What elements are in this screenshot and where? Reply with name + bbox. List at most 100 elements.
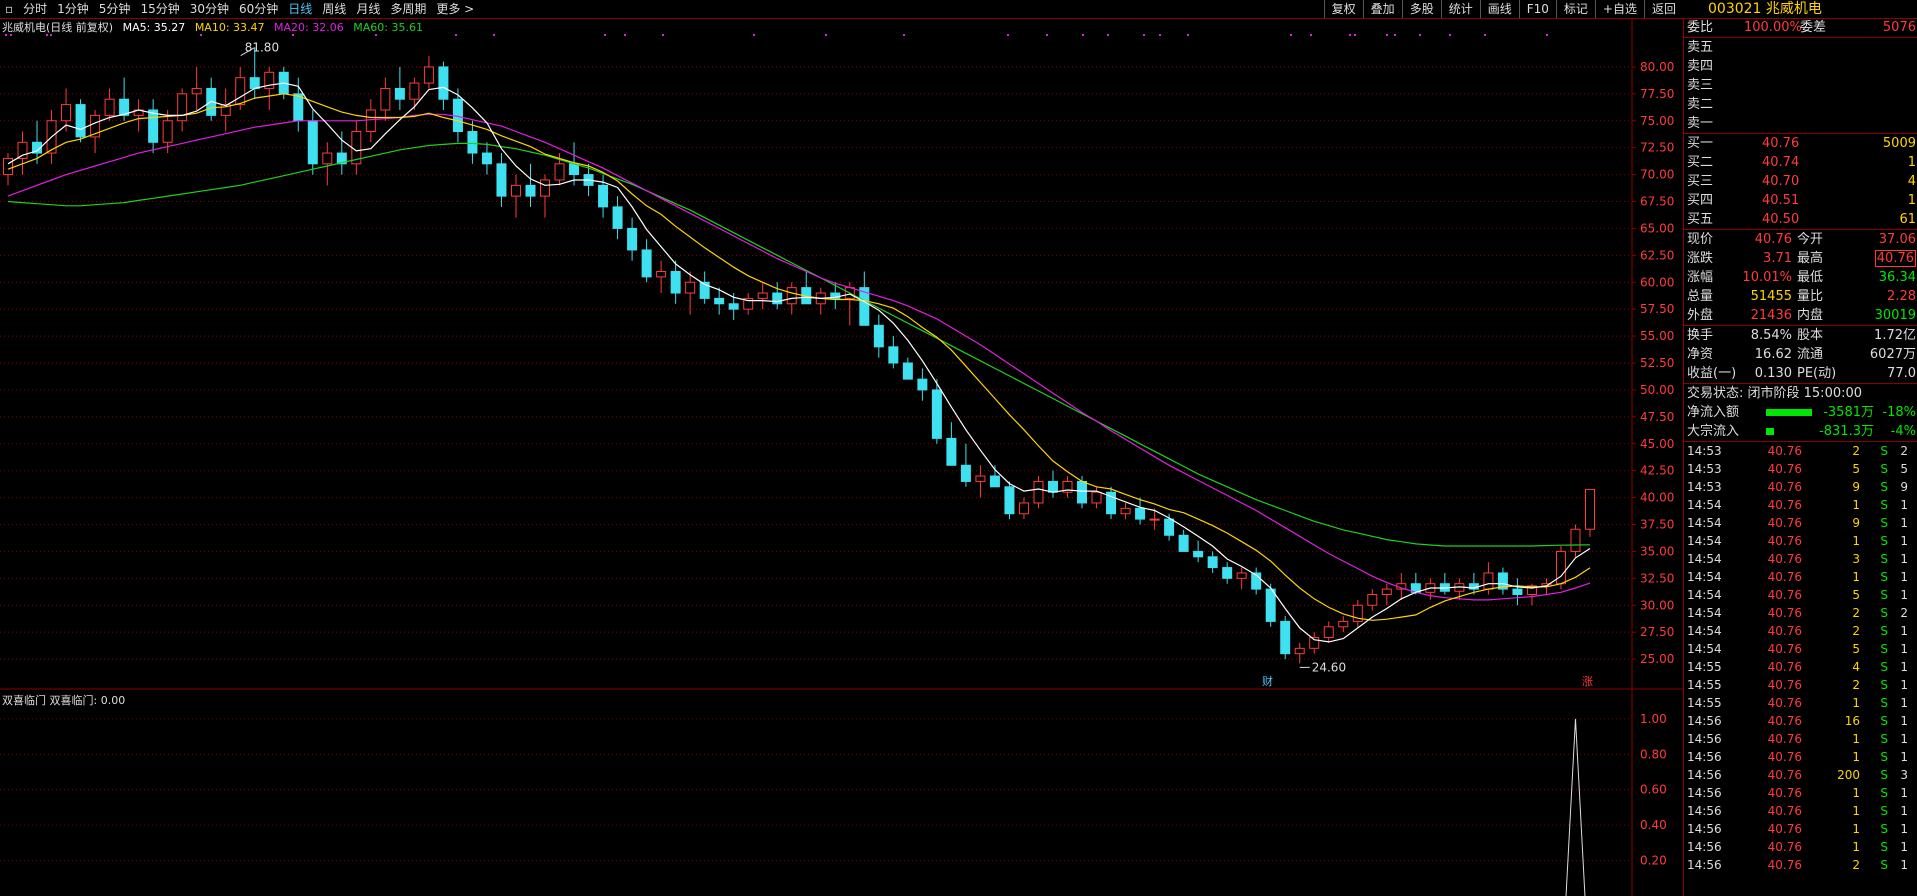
tick-row: 14:54 40.76 1 S 1 bbox=[1684, 496, 1917, 514]
candle-body bbox=[931, 389, 942, 439]
tick-cell: 40.76 bbox=[1767, 678, 1802, 692]
tab-period-2[interactable]: 5分钟 bbox=[94, 0, 136, 18]
tick-list[interactable]: 14:53 40.76 2 S 2 14:53 40.76 5 S 5 14:53 40.76 9 S 9 1… bbox=[1684, 441, 1917, 874]
buy-level-price: 40.50 bbox=[1762, 212, 1800, 227]
toolbar-button-3[interactable]: 统计 bbox=[1440, 0, 1480, 18]
tick-cell: 1 bbox=[1852, 534, 1860, 548]
stat-label: 净资 bbox=[1687, 347, 1714, 362]
candle-body bbox=[728, 303, 739, 310]
candle-body bbox=[1193, 550, 1204, 558]
menu-icon[interactable]: ▫ bbox=[0, 0, 18, 18]
tab-period-6[interactable]: 日线 bbox=[283, 0, 317, 18]
tick-cell: 3 bbox=[1852, 552, 1860, 566]
tick-cell: S bbox=[1880, 840, 1888, 854]
event-dot bbox=[1449, 34, 1451, 36]
candle-body bbox=[873, 324, 884, 348]
stat-value: 40.76 bbox=[1754, 232, 1792, 247]
candle-body bbox=[525, 184, 536, 197]
tick-row: 14:56 40.76 1 S 1 bbox=[1684, 748, 1917, 766]
candle-body bbox=[917, 378, 928, 391]
candle-body bbox=[365, 109, 376, 133]
tick-cell: S bbox=[1880, 858, 1888, 872]
event-dot bbox=[1386, 34, 1388, 36]
candle-body bbox=[380, 87, 391, 111]
tab-period-0[interactable]: 分时 bbox=[18, 0, 52, 18]
tick-cell: 1 bbox=[1852, 570, 1860, 584]
tick-cell: S bbox=[1880, 480, 1888, 494]
candle-body bbox=[888, 346, 899, 364]
stat-label: 总量 bbox=[1687, 289, 1714, 304]
tick-row: 14:56 40.76 2 S 1 bbox=[1684, 856, 1917, 874]
tick-row: 14:56 40.76 1 S 1 bbox=[1684, 820, 1917, 838]
tick-cell: 2 bbox=[1852, 858, 1860, 872]
tick-cell: 1 bbox=[1900, 678, 1908, 692]
stat-value: 1.72亿 bbox=[1874, 328, 1916, 343]
tab-period-4[interactable]: 30分钟 bbox=[185, 0, 234, 18]
tick-cell: 14:56 bbox=[1687, 804, 1722, 818]
tick-cell: 40.76 bbox=[1767, 858, 1802, 872]
toolbar-button-5[interactable]: F10 bbox=[1518, 0, 1556, 18]
candle-body bbox=[162, 120, 173, 143]
stat-value: 30019 bbox=[1874, 308, 1916, 323]
toolbar-button-4[interactable]: 画线 bbox=[1479, 0, 1519, 18]
tick-cell: 40.76 bbox=[1767, 750, 1802, 764]
indicator-chart[interactable]: 1.00 0.80 0.60 0.40 0.20 bbox=[0, 690, 1683, 896]
y-tick-label: 67.50 bbox=[1640, 195, 1674, 209]
money-flow: 净流入额 -3581万 -18% 大宗流入 -831.3万 -4% bbox=[1684, 403, 1917, 441]
candle-body bbox=[481, 152, 492, 165]
tab-period-8[interactable]: 月线 bbox=[351, 0, 385, 18]
buy-level-label: 买五 bbox=[1687, 212, 1714, 227]
event-dot bbox=[1107, 34, 1109, 36]
candle-body bbox=[1280, 620, 1291, 655]
buy-level-label: 买四 bbox=[1687, 193, 1714, 208]
tick-row: 14:55 40.76 4 S 1 bbox=[1684, 658, 1917, 676]
tick-cell: 1 bbox=[1900, 642, 1908, 656]
tick-row: 14:54 40.76 5 S 1 bbox=[1684, 640, 1917, 658]
y-tick-label: 42.50 bbox=[1640, 464, 1674, 478]
flow-pct: -18% bbox=[1882, 405, 1916, 420]
toolbar-button-6[interactable]: 标记 bbox=[1555, 0, 1595, 18]
tab-period-1[interactable]: 1分钟 bbox=[52, 0, 94, 18]
event-dot bbox=[662, 34, 664, 36]
buy-level-3: 买三 40.70 4 bbox=[1684, 172, 1917, 191]
toolbar-button-7[interactable]: +自选 bbox=[1594, 0, 1644, 18]
tab-period-9[interactable]: 多周期 bbox=[385, 0, 431, 18]
candle-body bbox=[946, 437, 957, 466]
finance-marker: 财 bbox=[1262, 674, 1273, 688]
candle-body bbox=[1570, 528, 1581, 552]
tab-period-3[interactable]: 15分钟 bbox=[135, 0, 184, 18]
toolbar-button-1[interactable]: 叠加 bbox=[1362, 0, 1402, 18]
tick-cell: 14:53 bbox=[1687, 462, 1722, 476]
y-tick-label: 57.50 bbox=[1640, 302, 1674, 316]
y-tick-label: 50.00 bbox=[1640, 383, 1674, 397]
stat-value: 40.76 bbox=[1874, 250, 1916, 267]
toolbar-button-8[interactable]: 返回 bbox=[1643, 0, 1683, 18]
sub-y-tick-label: 0.40 bbox=[1640, 818, 1667, 832]
tick-cell: S bbox=[1880, 732, 1888, 746]
tick-cell: 1 bbox=[1900, 516, 1908, 530]
tab-period-5[interactable]: 60分钟 bbox=[234, 0, 283, 18]
stat-value: 36.34 bbox=[1878, 270, 1916, 285]
tick-cell: 5 bbox=[1900, 462, 1908, 476]
event-dot bbox=[292, 34, 294, 36]
tick-cell: 14:55 bbox=[1687, 678, 1722, 692]
stat-label: 涨幅 bbox=[1687, 270, 1714, 285]
tick-cell: 14:54 bbox=[1687, 642, 1722, 656]
tick-cell: 1 bbox=[1900, 696, 1908, 710]
stat-row: 现价 40.76 今开 37.06 bbox=[1684, 230, 1917, 249]
toolbar-button-2[interactable]: 多股 bbox=[1401, 0, 1441, 18]
buy-level-volume: 5009 bbox=[1882, 136, 1916, 151]
tick-cell: 2 bbox=[1852, 678, 1860, 692]
tab-period-7[interactable]: 周线 bbox=[317, 0, 351, 18]
sell-level-label: 卖四 bbox=[1687, 59, 1714, 74]
candle-body bbox=[1047, 480, 1058, 493]
candle-body bbox=[598, 184, 609, 208]
event-dot bbox=[10, 34, 12, 36]
tick-cell: 4 bbox=[1852, 660, 1860, 674]
tick-cell: 1 bbox=[1900, 624, 1908, 638]
kline-chart[interactable]: 80.00 77.50 75.00 72.50 70.00 67.50 65.00 62.50… bbox=[0, 18, 1683, 690]
stat-row: 总量 51455 量比 2.28 bbox=[1684, 287, 1917, 306]
tab-period-10[interactable]: 更多 > bbox=[431, 0, 479, 18]
candle-body bbox=[496, 163, 507, 197]
toolbar-button-0[interactable]: 复权 bbox=[1323, 0, 1363, 18]
